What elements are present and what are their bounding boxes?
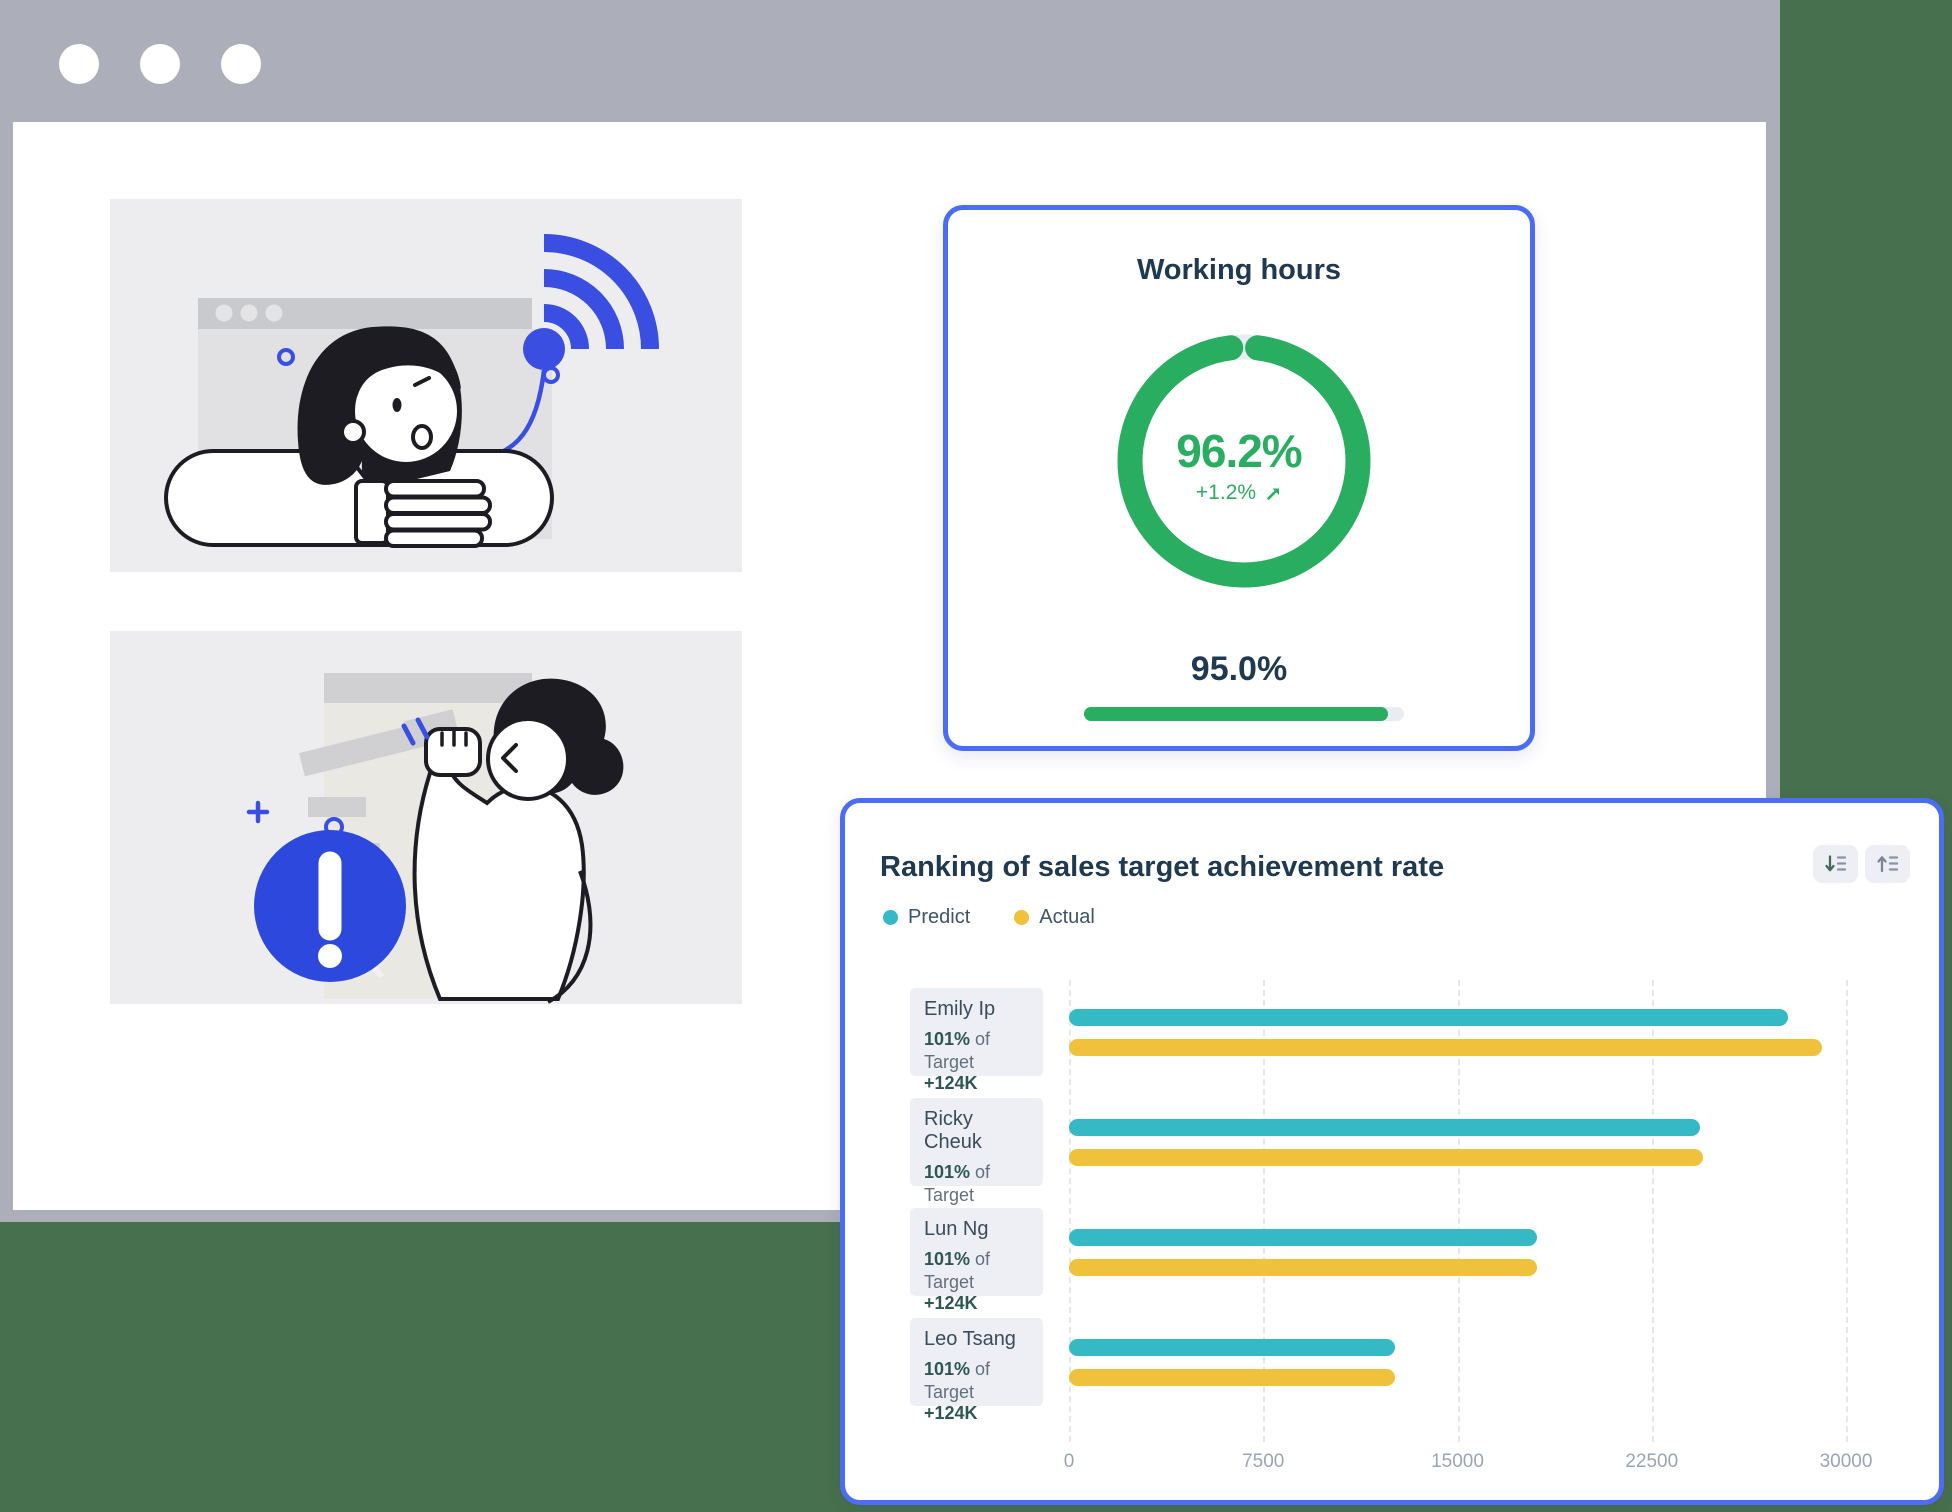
card-title: Working hours [948,254,1530,287]
desktop: Working hours 96.2% +1.2% 95.0% Ranking … [0,0,1952,1512]
row-label-card: Lun Ng101% of Target+124K [910,1208,1043,1296]
working-hours-card: Working hours 96.2% +1.2% 95.0% [943,205,1535,751]
illustration-panel-alert [110,631,742,1004]
row-delta: +124K [924,1293,1035,1314]
bar-actual [1069,1039,1822,1056]
row-name: Emily Ip [924,998,1035,1021]
legend-item-predict[interactable]: Predict [883,906,970,929]
bar-predict [1069,1119,1700,1136]
illustration-panel-wifi [110,199,742,572]
bar-actual [1069,1369,1395,1386]
row-target: 101% of Target [924,1358,1035,1403]
row-delta: +124K [924,1073,1035,1094]
woman-wifi-illustration [110,199,742,572]
sort-descending-button[interactable] [1813,845,1858,883]
bar-actual [1069,1259,1537,1276]
trend-up-arrow-icon [1265,485,1282,502]
progress-fill [1084,707,1388,721]
ranking-card: Ranking of sales target achievement rate… [840,798,1944,1505]
chart-row: Leo Tsang 101% of Target+124K [910,1318,1845,1428]
donut-delta: +1.2% [1196,481,1256,505]
legend: Predict Actual [883,906,1095,929]
progress-bar [1084,707,1404,721]
axis-tick-label: 15000 [1431,1451,1484,1473]
traffic-light-dot[interactable] [140,44,180,84]
chart-axis: 07500150002250030000 [1069,1451,1846,1475]
bar-actual [1069,1149,1703,1166]
bar-predict [1069,1339,1395,1356]
row-bars [1069,1318,1845,1406]
axis-tick-label: 30000 [1820,1451,1873,1473]
wifi-icon [544,243,650,349]
sort-ascending-button[interactable] [1865,845,1910,883]
ranking-title: Ranking of sales target achievement rate [880,851,1444,884]
bar-predict [1069,1009,1788,1026]
row-name: Leo Tsang [924,1328,1035,1351]
person-body [415,763,584,999]
secondary-percent: 95.0% [948,650,1530,689]
row-bars [1069,1208,1845,1296]
legend-label: Actual [1039,906,1095,929]
alert-icon [254,830,406,982]
axis-tick-label: 0 [1064,1451,1075,1473]
legend-dot [1014,910,1029,925]
row-target: 101% of Target [924,1248,1035,1293]
chart-row: Emily Ip 101% of Target+124K [910,988,1845,1098]
chart-rows: Emily Ip101% of Target+124KRicky Cheuk10… [910,988,1845,1428]
titlebar [0,0,1780,122]
legend-dot [883,910,898,925]
traffic-light-dot[interactable] [221,44,261,84]
donut-percent: 96.2% [948,424,1530,478]
row-label-card: Ricky Cheuk101% of Target+124K [910,1098,1043,1186]
chart-row: Lun Ng 101% of Target+124K [910,1208,1845,1318]
donut-center: 96.2% +1.2% [948,424,1530,505]
sort-descending-icon [1824,853,1848,875]
row-name: Lun Ng [924,1218,1035,1241]
bar-predict [1069,1229,1537,1246]
row-bars [1069,988,1845,1076]
legend-item-actual[interactable]: Actual [1014,906,1095,929]
axis-tick-label: 22500 [1625,1451,1678,1473]
legend-label: Predict [908,906,970,929]
axis-tick-label: 7500 [1242,1451,1284,1473]
row-target: 101% of Target [924,1161,1035,1206]
row-target: 101% of Target [924,1028,1035,1073]
row-bars [1069,1098,1845,1186]
row-label-card: Leo Tsang101% of Target+124K [910,1318,1043,1406]
row-delta: +124K [924,1403,1035,1424]
gridline [1846,980,1848,1442]
row-label-card: Emily Ip101% of Target+124K [910,988,1043,1076]
frustrated-person-illustration [110,631,742,1004]
sort-ascending-icon [1876,853,1900,875]
traffic-light-dot[interactable] [59,44,99,84]
row-name: Ricky Cheuk [924,1108,1035,1154]
chart-row: Ricky Cheuk101% of Target+124K [910,1098,1845,1208]
